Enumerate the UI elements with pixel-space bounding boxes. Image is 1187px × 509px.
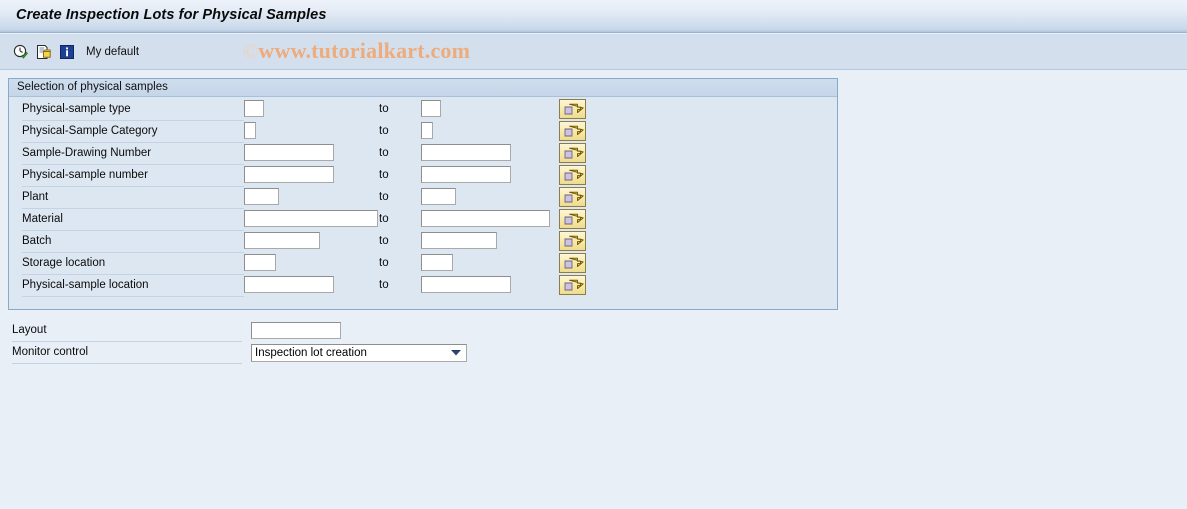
selection-row: Plant to (10, 187, 838, 209)
selection-row: Material to (10, 209, 838, 231)
selection-row: Sample-Drawing Number to (10, 143, 838, 165)
execute-clock-icon[interactable] (13, 44, 29, 60)
arrow-right-document-icon (562, 145, 585, 161)
title-bar: Create Inspection Lots for Physical Samp… (0, 0, 1187, 33)
selection-row-label: Batch (22, 235, 52, 247)
to-label: to (379, 169, 389, 181)
multiple-selection-arrow-icon[interactable] (559, 143, 586, 163)
to-label: to (379, 213, 389, 225)
selection-of-physical-samples-group: Selection of physical samples Physical-s… (8, 78, 838, 310)
selection-row-label: Sample-Drawing Number (22, 147, 152, 159)
arrow-right-document-icon (562, 233, 585, 249)
selection-row-label: Physical-Sample Category (22, 125, 158, 137)
to-label: to (379, 103, 389, 115)
selection-to-input[interactable] (421, 100, 441, 117)
arrow-right-document-icon (562, 189, 585, 205)
layout-label: Layout (12, 324, 47, 336)
selection-to-input[interactable] (421, 188, 456, 205)
to-label: to (379, 235, 389, 247)
multiple-selection-arrow-icon[interactable] (559, 231, 586, 251)
selection-row-label: Material (22, 213, 63, 225)
selection-row-label: Storage location (22, 257, 106, 269)
multiple-selection-arrow-icon[interactable] (559, 165, 586, 185)
to-label: to (379, 257, 389, 269)
to-label: to (379, 279, 389, 291)
selection-row-label: Plant (22, 191, 49, 203)
watermark-text: www.tutorialkart.com (258, 38, 471, 63)
row-divider (12, 363, 242, 364)
sap-application-window: Create Inspection Lots for Physical Samp… (0, 0, 1187, 509)
monitor-control-selected-value: Inspection lot creation (255, 347, 367, 359)
selection-row: Physical-Sample Category to (10, 121, 838, 143)
monitor-control-row: Monitor control Inspection lot creation (8, 342, 838, 364)
monitor-control-select[interactable]: Inspection lot creation (251, 344, 467, 362)
to-label: to (379, 125, 389, 137)
multiple-selection-arrow-icon[interactable] (559, 99, 586, 119)
selection-to-input[interactable] (421, 210, 550, 227)
arrow-right-document-icon (562, 101, 585, 117)
selection-from-input[interactable] (244, 166, 334, 183)
monitor-control-label: Monitor control (12, 346, 89, 358)
selection-from-input[interactable] (244, 144, 334, 161)
arrow-right-document-icon (562, 167, 585, 183)
to-label: to (379, 147, 389, 159)
multiple-selection-arrow-icon[interactable] (559, 253, 586, 273)
selection-row: Storage location to (10, 253, 838, 275)
chevron-down-icon[interactable] (448, 345, 464, 361)
selection-from-input[interactable] (244, 276, 334, 293)
watermark: ©www.tutorialkart.com (243, 38, 470, 64)
selection-row: Batch to (10, 231, 838, 253)
copy-variant-icon[interactable] (36, 44, 52, 60)
arrow-right-document-icon (562, 255, 585, 271)
toolbar: My default (0, 34, 1187, 70)
selection-row-label: Physical-sample location (22, 279, 149, 291)
multiple-selection-arrow-icon[interactable] (559, 121, 586, 141)
selection-to-input[interactable] (421, 144, 511, 161)
selection-row: Physical-sample type to (10, 99, 838, 121)
selection-from-input[interactable] (244, 210, 378, 227)
page-title: Create Inspection Lots for Physical Samp… (16, 7, 327, 23)
selection-from-input[interactable] (244, 232, 320, 249)
layout-row: Layout (8, 320, 838, 342)
selection-row: Physical-sample number to (10, 165, 838, 187)
row-divider (22, 296, 244, 297)
selection-from-input[interactable] (244, 254, 276, 271)
group-header: Selection of physical samples (9, 79, 837, 97)
selection-to-input[interactable] (421, 276, 511, 293)
watermark-copyright-symbol: © (243, 41, 259, 63)
arrow-right-document-icon (562, 277, 585, 293)
selection-to-input[interactable] (421, 166, 511, 183)
layout-input[interactable] (251, 322, 341, 339)
selection-row-label: Physical-sample type (22, 103, 131, 115)
arrow-right-document-icon (562, 123, 585, 139)
selection-row-label: Physical-sample number (22, 169, 148, 181)
arrow-right-document-icon (562, 211, 585, 227)
info-icon[interactable] (59, 44, 75, 60)
multiple-selection-arrow-icon[interactable] (559, 187, 586, 207)
group-title: Selection of physical samples (17, 81, 168, 93)
selection-to-input[interactable] (421, 254, 453, 271)
multiple-selection-arrow-icon[interactable] (559, 275, 586, 295)
multiple-selection-arrow-icon[interactable] (559, 209, 586, 229)
selection-from-input[interactable] (244, 100, 264, 117)
selection-row: Physical-sample location to (10, 275, 838, 297)
selection-from-input[interactable] (244, 188, 279, 205)
selection-from-input[interactable] (244, 122, 256, 139)
to-label: to (379, 191, 389, 203)
my-default-label[interactable]: My default (86, 46, 139, 58)
selection-to-input[interactable] (421, 122, 433, 139)
selection-to-input[interactable] (421, 232, 497, 249)
